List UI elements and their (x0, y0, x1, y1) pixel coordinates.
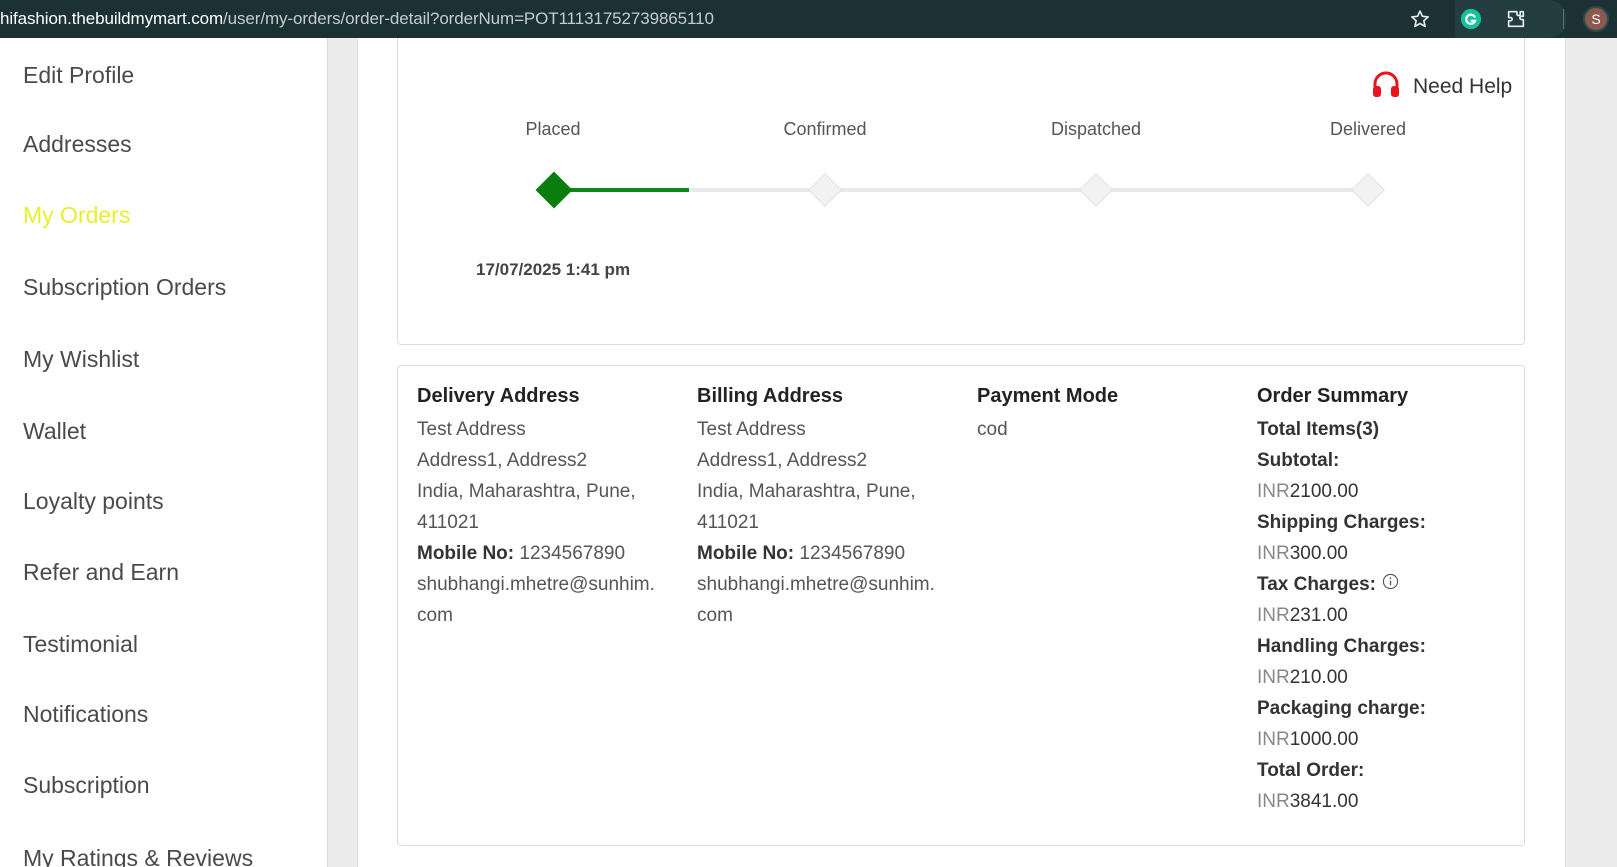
billing-line2: Address1, Address2 (697, 450, 868, 471)
packaging-amount: 1000.00 (1289, 729, 1359, 750)
billing-email-line1: shubhangi.mhetre@sunhim. (697, 574, 935, 595)
total-order-label: Total Order: (1257, 760, 1365, 781)
sidebar-item-refer-and-earn[interactable]: Refer and Earn (23, 559, 179, 586)
delivery-line1: Test Address (417, 419, 526, 440)
payment-mode-title: Payment Mode (977, 385, 1119, 407)
placed-timestamp: 17/07/2025 1:41 pm (476, 260, 631, 279)
subtotal-value: INR2100.00 (1257, 476, 1426, 507)
toolbar-separator (1563, 9, 1564, 29)
url-path: /user/my-orders/order-detail?orderNum=PO… (223, 9, 714, 28)
shipping-amount: 300.00 (1289, 543, 1348, 564)
sidebar-item-addresses[interactable]: Addresses (23, 131, 132, 158)
subtotal-label: Subtotal: (1257, 450, 1340, 471)
sidebar-item-subscription[interactable]: Subscription (23, 772, 150, 799)
need-help-link[interactable]: Need Help (1371, 70, 1512, 104)
delivery-address-title: Delivery Address (417, 385, 580, 407)
bookmark-star-icon[interactable] (1408, 7, 1432, 31)
delivery-email-line2: com (417, 605, 453, 626)
billing-email-line2: com (697, 605, 733, 626)
sidebar-item-notifications[interactable]: Notifications (23, 701, 148, 728)
delivery-email-line1: shubhangi.mhetre@sunhim. (417, 574, 655, 595)
info-icon[interactable] (1382, 569, 1399, 600)
billing-mobile-value: 1234567890 (799, 543, 906, 564)
shipping-label: Shipping Charges: (1257, 512, 1426, 533)
tax-value: INR231.00 (1257, 600, 1426, 631)
total-items: Total Items(3) (1257, 419, 1380, 440)
delivery-mobile-label: Mobile No: (417, 543, 515, 564)
delivery-mobile: Mobile No: 1234567890 (417, 538, 655, 569)
payment-mode-value: cod (977, 419, 1008, 440)
account-sidebar (0, 38, 328, 867)
packaging-value: INR1000.00 (1257, 724, 1426, 755)
delivery-mobile-value: 1234567890 (519, 543, 626, 564)
delivery-line4: 411021 (417, 512, 479, 533)
billing-mobile: Mobile No: 1234567890 (697, 538, 935, 569)
extensions-puzzle-icon[interactable] (1504, 7, 1528, 31)
currency-code: INR (1257, 543, 1290, 564)
handling-label: Handling Charges: (1257, 636, 1426, 657)
payment-mode-section: Payment Mode cod (977, 385, 1118, 445)
billing-line1: Test Address (697, 419, 806, 440)
order-summary-section: Order Summary Total Items(3) Subtotal: I… (1257, 385, 1426, 817)
packaging-label: Packaging charge: (1257, 698, 1426, 719)
total-order-amount: 3841.00 (1289, 791, 1359, 812)
address-bar[interactable]: hifashion.thebuildmymart.com/user/my-ord… (0, 9, 714, 29)
handling-value: INR210.00 (1257, 662, 1426, 693)
url-host: hifashion.thebuildmymart.com (0, 9, 224, 28)
sidebar-item-my-wishlist[interactable]: My Wishlist (23, 346, 139, 373)
handling-amount: 210.00 (1289, 667, 1348, 688)
currency-code: INR (1257, 667, 1290, 688)
order-summary-title: Order Summary (1257, 385, 1409, 407)
billing-address-title: Billing Address (697, 385, 843, 407)
total-order-value: INR3841.00 (1257, 786, 1426, 817)
currency-code: INR (1257, 729, 1290, 750)
delivery-line2: Address1, Address2 (417, 450, 588, 471)
sidebar-item-ratings-reviews[interactable]: My Ratings & Reviews (23, 845, 253, 867)
tax-amount: 231.00 (1289, 605, 1348, 626)
step-label-delivered: Delivered (1329, 119, 1407, 139)
sidebar-item-wallet[interactable]: Wallet (23, 418, 86, 445)
step-label-placed: Placed (525, 119, 581, 139)
need-help-label: Need Help (1413, 75, 1513, 98)
delivery-address-section: Delivery Address Test Address Address1, … (417, 385, 655, 631)
headphones-icon (1371, 70, 1401, 104)
progress-fill (553, 188, 689, 192)
tax-label-row: Tax Charges: (1257, 569, 1426, 600)
billing-line4: 411021 (697, 512, 759, 533)
currency-code: INR (1257, 605, 1290, 626)
sidebar-item-edit-profile[interactable]: Edit Profile (23, 62, 134, 89)
sidebar-item-testimonial[interactable]: Testimonial (23, 631, 138, 658)
currency-code: INR (1257, 481, 1290, 502)
billing-mobile-label: Mobile No: (697, 543, 795, 564)
grammarly-extension-icon[interactable] (1459, 7, 1483, 31)
browser-toolbar: hifashion.thebuildmymart.com/user/my-ord… (0, 0, 1617, 38)
currency-code: INR (1257, 791, 1290, 812)
step-label-confirmed: Confirmed (783, 119, 867, 139)
sidebar-item-subscription-orders[interactable]: Subscription Orders (23, 274, 226, 301)
subtotal-amount: 2100.00 (1289, 481, 1359, 502)
billing-line3: India, Maharashtra, Pune, (697, 481, 916, 502)
sidebar-item-my-orders[interactable]: My Orders (23, 202, 130, 229)
step-label-dispatched: Dispatched (1050, 119, 1142, 139)
sidebar-item-loyalty-points[interactable]: Loyalty points (23, 488, 164, 515)
shipping-value: INR300.00 (1257, 538, 1426, 569)
profile-avatar[interactable]: S (1583, 6, 1609, 32)
billing-address-section: Billing Address Test Address Address1, A… (697, 385, 935, 631)
tax-label: Tax Charges: (1257, 574, 1376, 595)
delivery-line3: India, Maharashtra, Pune, (417, 481, 636, 502)
